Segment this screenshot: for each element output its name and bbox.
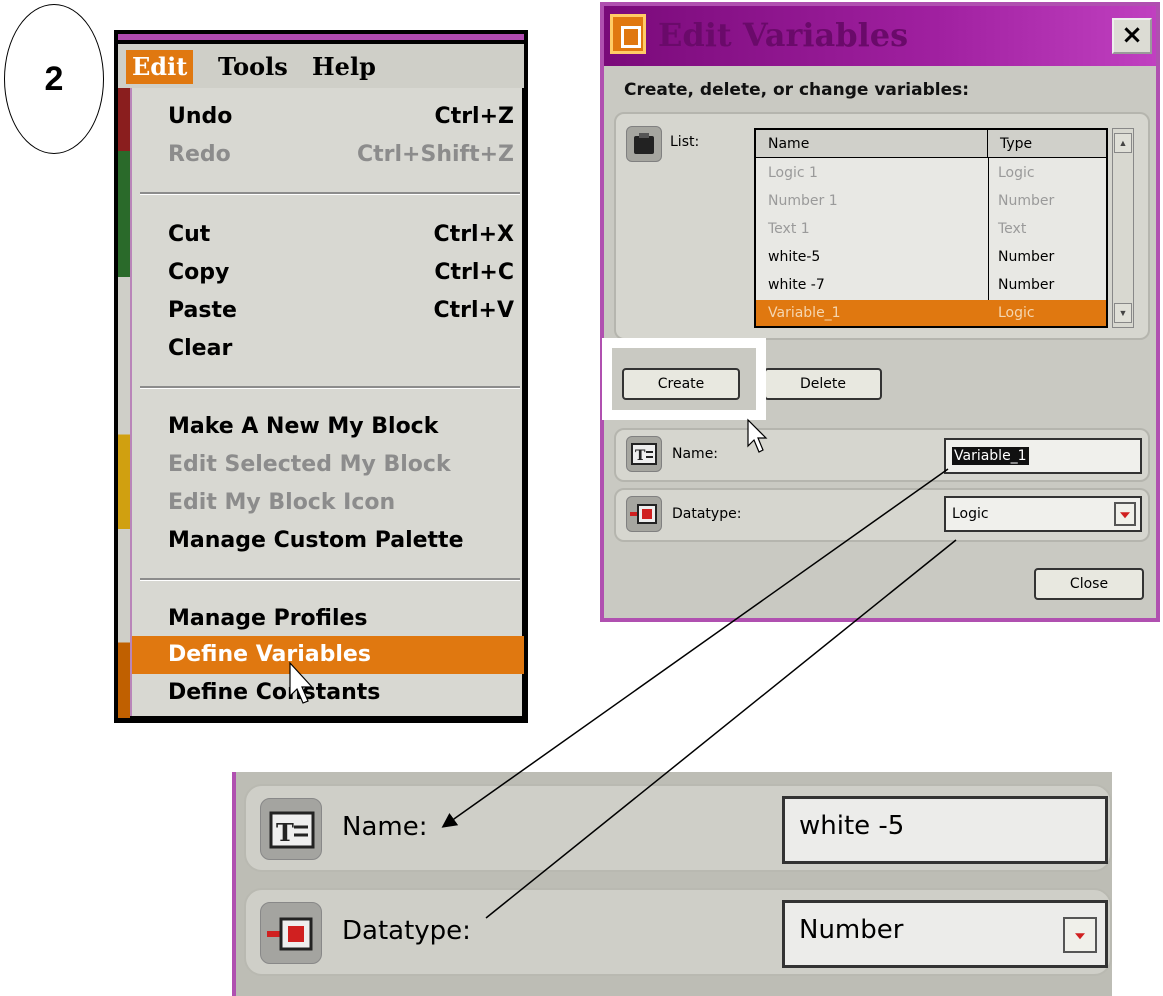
line-to-zoom-datatype bbox=[485, 539, 957, 919]
callout-lines bbox=[289, 418, 957, 919]
arrow-to-zoom-name bbox=[441, 468, 949, 828]
mouse-cursor-icon bbox=[289, 661, 314, 704]
mouse-cursor-icon bbox=[747, 418, 768, 453]
